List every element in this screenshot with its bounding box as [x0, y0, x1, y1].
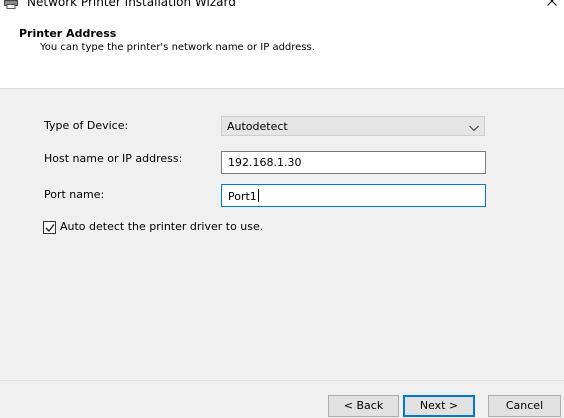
printer-icon — [4, 0, 18, 9]
host-value: 192.168.1.30 — [228, 156, 302, 169]
close-icon — [547, 0, 557, 6]
host-label: Host name or IP address: — [44, 152, 183, 165]
text-caret — [257, 189, 259, 202]
port-input[interactable]: Port1 — [221, 184, 486, 207]
title-bar: Network Printer Installation Wizard — [0, 0, 564, 12]
close-button[interactable] — [540, 0, 564, 10]
auto-detect-label[interactable]: Auto detect the printer driver to use. — [60, 220, 263, 233]
back-button[interactable]: < Back — [328, 395, 399, 417]
port-label: Port name: — [44, 188, 105, 201]
host-input[interactable]: 192.168.1.30 — [221, 151, 486, 174]
port-value-wrap: Port1 — [228, 189, 259, 203]
page-subtitle: You can type the printer's network name … — [40, 42, 315, 53]
cancel-button[interactable]: Cancel — [488, 395, 561, 417]
device-type-selected: Autodetect — [227, 120, 288, 133]
checkmark-icon — [45, 224, 55, 233]
auto-detect-checkbox[interactable] — [43, 221, 56, 234]
device-type-dropdown[interactable]: Autodetect — [221, 116, 485, 136]
port-value: Port1 — [228, 190, 257, 203]
next-button[interactable]: Next > — [403, 395, 475, 417]
footer-divider — [0, 380, 564, 381]
page-title: Printer Address — [19, 27, 117, 40]
device-type-label: Type of Device: — [44, 119, 129, 132]
chevron-down-icon — [469, 122, 479, 135]
window-title: Network Printer Installation Wizard — [27, 0, 236, 9]
wizard-header: Printer Address You can type the printer… — [0, 12, 564, 89]
